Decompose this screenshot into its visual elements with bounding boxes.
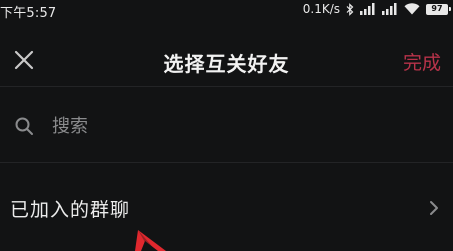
joined-group-chats-label: 已加入的群聊 bbox=[10, 199, 131, 221]
search-input[interactable] bbox=[52, 112, 432, 140]
status-indicators: 0.1K/s 97 bbox=[302, 2, 451, 16]
battery-icon: 97 bbox=[426, 3, 451, 15]
wifi-icon bbox=[404, 3, 420, 15]
search-icon bbox=[15, 117, 33, 135]
chevron-right-icon bbox=[430, 201, 438, 215]
header-bar: 选择互关好友 完成 bbox=[0, 38, 453, 82]
signal-icon-2 bbox=[382, 3, 398, 15]
search-divider bbox=[0, 162, 453, 163]
status-time: 下午5:57 bbox=[0, 6, 57, 21]
header-divider bbox=[0, 86, 453, 87]
bluetooth-icon bbox=[346, 2, 354, 16]
page-title: 选择互关好友 bbox=[163, 52, 290, 76]
search-bar[interactable] bbox=[0, 100, 453, 150]
joined-group-chats-item[interactable]: 已加入的群聊 bbox=[0, 180, 453, 236]
battery-level: 97 bbox=[431, 4, 443, 13]
done-button[interactable]: 完成 bbox=[403, 48, 441, 75]
red-arrow-icon bbox=[135, 230, 166, 251]
app-screen: 下午5:57 0.1K/s 97 选择互关好友 完成 搜索 已加入的群聊 bbox=[0, 0, 453, 251]
signal-icon bbox=[360, 3, 376, 15]
status-bar: 下午5:57 0.1K/s 97 bbox=[0, 0, 453, 22]
network-speed: 0.1K/s bbox=[302, 2, 340, 16]
